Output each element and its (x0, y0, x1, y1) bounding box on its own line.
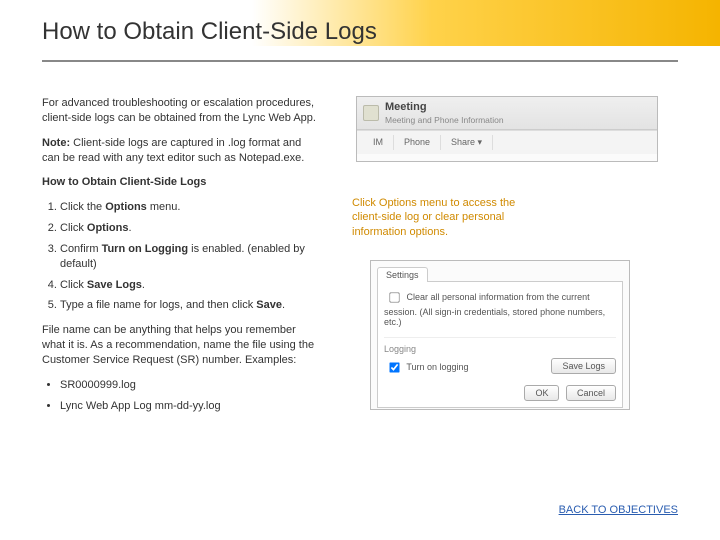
right-column: Click Options menu to access the client-… (352, 196, 678, 239)
ok-button: OK (524, 385, 559, 401)
clear-info-label: Clear all personal information from the … (384, 292, 605, 327)
tab-phone: Phone (394, 135, 441, 150)
settings-dialog-screenshot: Settings Clear all personal information … (370, 260, 630, 410)
meeting-title-block: Meeting Meeting and Phone Information (385, 101, 504, 125)
logging-row: Turn on logging Save Logs (384, 358, 616, 377)
meeting-bar-screenshot: Meeting Meeting and Phone Information IM… (356, 96, 658, 162)
step-4: Click Save Logs. (60, 278, 322, 293)
step-1: Click the Options menu. (60, 200, 322, 215)
subheading: How to Obtain Client-Side Logs (42, 175, 322, 190)
back-to-objectives-link[interactable]: BACK TO OBJECTIVES (559, 504, 678, 516)
clear-info-checkbox (389, 292, 399, 302)
note-body: Client-side logs are captured in .log fo… (42, 137, 304, 164)
callout-text: Click Options menu to access the client-… (352, 196, 522, 239)
logging-heading: Logging (384, 344, 616, 354)
example-1: SR0000999.log (60, 378, 322, 393)
note-text: Note: Client-side logs are captured in .… (42, 136, 322, 166)
dialog-button-row: OK Cancel (384, 385, 616, 401)
logging-section: Logging Turn on logging Save Logs (384, 337, 616, 377)
page-title: How to Obtain Client-Side Logs (42, 18, 377, 46)
settings-panel: Clear all personal information from the … (377, 281, 623, 408)
settings-tab: Settings (377, 267, 428, 282)
meeting-title: Meeting (385, 101, 504, 113)
intro-text: For advanced troubleshooting or escalati… (42, 96, 322, 126)
steps-list: Click the Options menu. Click Options. C… (42, 200, 322, 313)
turn-on-logging-label: Turn on logging (406, 362, 468, 372)
meeting-subtitle: Meeting and Phone Information (385, 115, 504, 125)
tab-im: IM (363, 135, 394, 150)
divider (42, 60, 678, 62)
meeting-tabs: IM Phone Share ▾ (357, 130, 657, 154)
step-3: Confirm Turn on Logging is enabled. (ena… (60, 242, 322, 272)
save-logs-button: Save Logs (551, 358, 616, 374)
left-column: For advanced troubleshooting or escalati… (42, 96, 322, 420)
filename-tip: File name can be anything that helps you… (42, 323, 322, 368)
turn-on-logging-checkbox (389, 362, 399, 372)
meeting-header: Meeting Meeting and Phone Information (357, 97, 657, 130)
cancel-button: Cancel (566, 385, 616, 401)
meeting-icon (363, 105, 379, 121)
tab-share: Share ▾ (441, 135, 493, 150)
clear-info-row: Clear all personal information from the … (384, 288, 616, 327)
example-2: Lync Web App Log mm-dd-yy.log (60, 399, 322, 414)
note-label: Note: (42, 137, 70, 149)
examples-list: SR0000999.log Lync Web App Log mm-dd-yy.… (42, 378, 322, 414)
step-2: Click Options. (60, 221, 322, 236)
step-5: Type a file name for logs, and then clic… (60, 298, 322, 313)
